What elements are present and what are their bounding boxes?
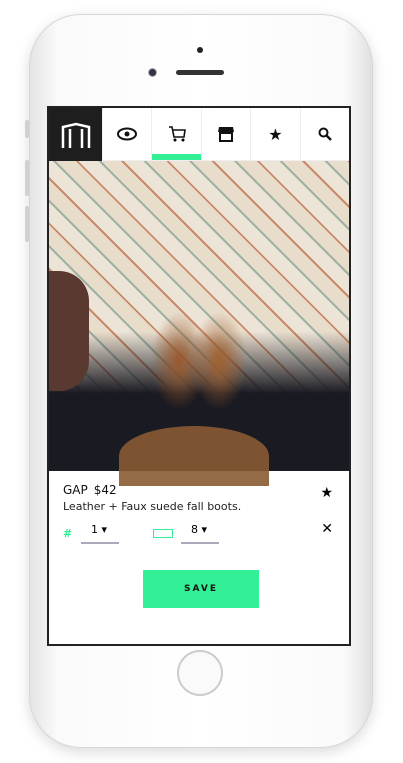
quantity-select[interactable]: 1 ▾ <box>81 523 119 544</box>
size-select[interactable]: 8 ▾ <box>181 523 219 544</box>
brand: GAP <box>63 483 88 497</box>
home-button[interactable] <box>177 650 223 696</box>
speaker <box>176 70 224 75</box>
eye-icon <box>117 127 138 141</box>
favorite-star-icon[interactable]: ★ <box>320 485 333 501</box>
star-icon: ★ <box>268 124 283 144</box>
quantity-icon: # <box>63 527 73 540</box>
tab-eye[interactable] <box>102 108 151 160</box>
store-icon <box>218 127 235 142</box>
tab-store[interactable] <box>200 108 250 160</box>
top-nav: ★ <box>49 108 349 161</box>
close-icon[interactable]: ✕ <box>321 521 333 537</box>
size-ruler-icon <box>153 529 173 538</box>
product-info: GAP $42 Leather + Faux suede fall boots. … <box>49 471 349 556</box>
logo-icon[interactable] <box>49 108 102 161</box>
save-button[interactable]: SAVE <box>143 570 259 608</box>
sensor <box>197 47 203 53</box>
price: $42 <box>93 483 117 497</box>
tab-favorites[interactable]: ★ <box>250 108 299 160</box>
tab-search[interactable] <box>299 108 349 160</box>
app-screen: ★ GAP $42 Leather + Faux suede fall boots… <box>47 106 351 646</box>
product-photo <box>49 161 349 486</box>
front-camera <box>148 68 157 77</box>
cart-icon <box>168 126 186 142</box>
search-icon <box>318 127 332 141</box>
tab-cart[interactable] <box>151 108 202 160</box>
description: Leather + Faux suede fall boots. <box>63 500 242 513</box>
